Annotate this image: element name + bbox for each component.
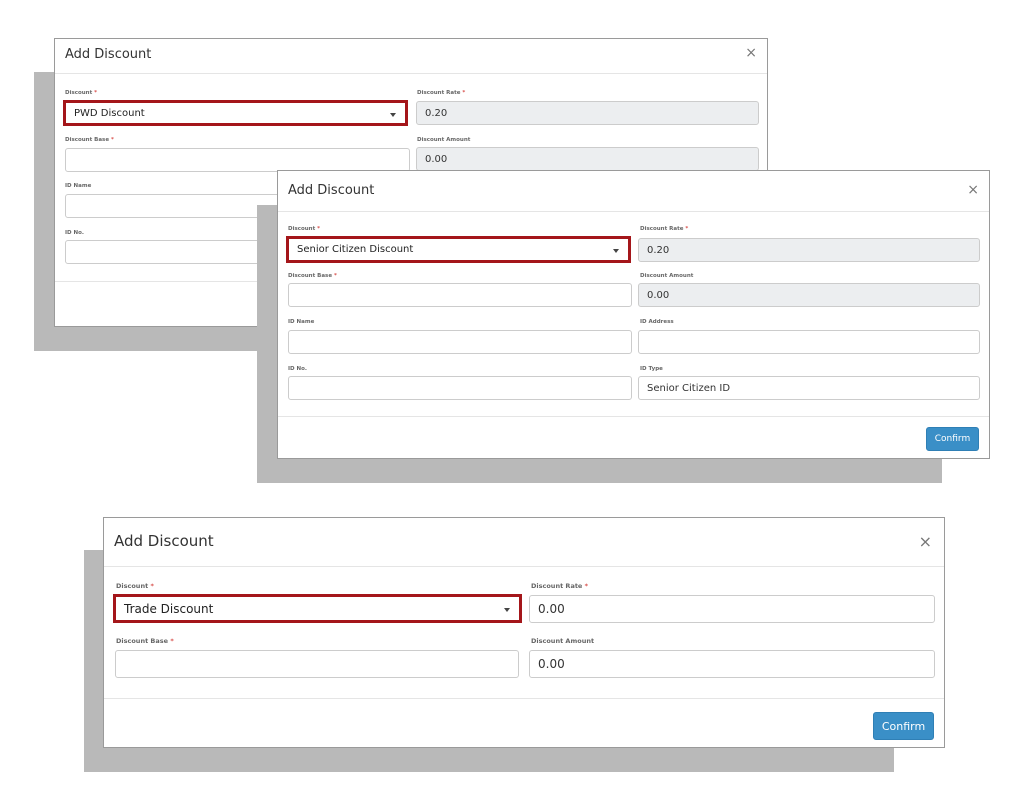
dialog-2-discount-amount-field[interactable]: 0.00 [638, 283, 980, 307]
dialog-2-id-type-input[interactable]: Senior Citizen ID [638, 376, 980, 400]
dialog-1-id-no-label: ID No. [65, 230, 84, 236]
dialog-1-discount-value: PWD Discount [74, 107, 145, 119]
dialog-3-trade-discount: Add Discount × Discount * Trade Discount… [103, 517, 945, 748]
dialog-3-chevron-down-icon [504, 608, 510, 612]
dialog-1-discount-amount-label: Discount Amount [417, 137, 471, 143]
dialog-3-discount-amount-input[interactable]: 0.00 [529, 650, 935, 678]
dialog-2-discount-rate-label: Discount Rate * [640, 226, 689, 232]
dialog-2-discount-value: Senior Citizen Discount [297, 244, 414, 255]
dialog-3-close-icon[interactable]: × [919, 532, 932, 551]
dialog-1-discount-base-input[interactable] [65, 148, 410, 172]
dialog-3-discount-amount-label: Discount Amount [531, 637, 595, 645]
dialog-3-discount-base-label: Discount Base * [116, 637, 174, 645]
dialog-2-footer [278, 416, 989, 418]
dialog-2-chevron-down-icon [613, 249, 619, 253]
dialog-3-discount-label: Discount * [116, 582, 154, 590]
dialog-1-chevron-down-icon [390, 113, 396, 117]
dialog-2-title: Add Discount [288, 183, 375, 198]
dialog-1-header: Add Discount × [55, 39, 767, 74]
dialog-1-discount-rate-field[interactable]: 0.20 [416, 101, 759, 125]
dialog-2-close-icon[interactable]: × [967, 182, 979, 198]
dialog-2-confirm-button[interactable]: Confirm [926, 427, 979, 451]
dialog-1-close-icon[interactable]: × [745, 45, 757, 61]
dialog-1-discount-label: Discount * [65, 90, 98, 96]
dialog-3-title: Add Discount [114, 532, 214, 550]
dialog-3-discount-rate-label: Discount Rate * [531, 582, 589, 590]
dialog-2-discount-rate-field[interactable]: 0.20 [638, 238, 980, 262]
dialog-1-discount-base-label: Discount Base * [65, 137, 114, 143]
dialog-1-title: Add Discount [65, 47, 152, 62]
dialog-2-id-name-label: ID Name [288, 319, 315, 325]
dialog-2-id-no-input[interactable] [288, 376, 632, 400]
dialog-3-footer [104, 698, 944, 700]
dialog-2-id-no-label: ID No. [288, 366, 307, 372]
dialog-3-confirm-button[interactable]: Confirm [873, 712, 934, 740]
dialog-2-discount-select[interactable]: Senior Citizen Discount [286, 236, 631, 263]
dialog-1-id-name-label: ID Name [65, 183, 92, 189]
dialog-2-id-name-input[interactable] [288, 330, 632, 354]
dialog-3-discount-select[interactable]: Trade Discount [113, 594, 522, 623]
dialog-2-id-type-label: ID Type [640, 366, 663, 372]
dialog-2-id-address-input[interactable] [638, 330, 980, 354]
dialog-2-senior-citizen-discount: Add Discount × Discount * Senior Citizen… [277, 170, 990, 459]
dialog-2-id-address-label: ID Address [640, 319, 674, 325]
dialog-2-discount-label: Discount * [288, 226, 321, 232]
dialog-3-header: Add Discount × [104, 518, 944, 567]
dialog-3-discount-value: Trade Discount [124, 601, 214, 616]
dialog-2-discount-base-input[interactable] [288, 283, 632, 307]
dialog-2-header: Add Discount × [278, 171, 989, 212]
dialog-2-discount-base-label: Discount Base * [288, 273, 337, 279]
dialog-2-discount-amount-label: Discount Amount [640, 273, 694, 279]
dialog-1-discount-rate-label: Discount Rate * [417, 90, 466, 96]
dialog-1-discount-select[interactable]: PWD Discount [63, 100, 408, 126]
dialog-1-discount-amount-field[interactable]: 0.00 [416, 147, 759, 171]
dialog-3-discount-base-input[interactable] [115, 650, 519, 678]
dialog-3-discount-rate-input[interactable]: 0.00 [529, 595, 935, 623]
